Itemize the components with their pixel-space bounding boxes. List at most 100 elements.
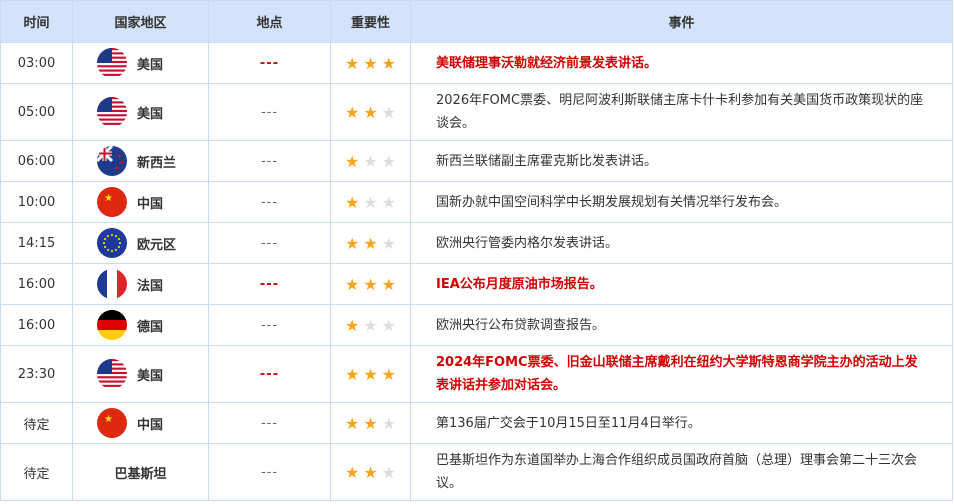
event-cell: IEA公布月度原油市场报告。 <box>410 263 953 305</box>
table-row: 05:00 美国 --- ★ ★ ★ 2026年FOMC票委、明尼阿波利斯联储主席卡… <box>0 83 953 141</box>
header-event: 事件 <box>410 0 953 43</box>
event-cell: 国新办就中国空间科学中长期发展规划有关情况举行发布会。 <box>410 181 953 223</box>
star-icon: ★ <box>363 413 378 433</box>
star-icon: ★ <box>344 102 360 122</box>
star-icon: ★ <box>363 315 378 335</box>
importance-stars: ★ ★ ★ <box>330 181 411 223</box>
time-cell: 23:30 <box>0 345 73 403</box>
star-icon: ★ <box>381 53 397 73</box>
star-icon: ★ <box>381 274 397 294</box>
star-icon: ★ <box>363 151 378 171</box>
time-cell: 待定 <box>0 443 73 501</box>
location-cell: --- <box>208 402 331 444</box>
importance-stars: ★ ★ ★ <box>330 140 411 182</box>
flag-eu-icon <box>97 228 127 258</box>
flag-de-icon <box>97 310 127 340</box>
importance-stars: ★ ★ ★ <box>330 304 411 346</box>
importance-stars: ★ ★ ★ <box>330 443 411 501</box>
flag-fr-icon <box>97 269 127 299</box>
importance-stars: ★ ★ ★ <box>330 42 411 84</box>
table-row: 16:00 德国 --- ★ ★ ★ 欧洲央行公布贷款调查报告。 <box>0 304 953 346</box>
star-icon: ★ <box>363 102 378 122</box>
time-cell: 16:00 <box>0 304 73 346</box>
event-cell: 第136届广交会于10月15日至11月4日举行。 <box>410 402 953 444</box>
star-icon: ★ <box>381 233 397 253</box>
country-name: 德国 <box>137 319 164 335</box>
country-name: 巴基斯坦 <box>114 466 167 482</box>
time-cell: 14:15 <box>0 222 73 264</box>
star-icon: ★ <box>344 53 360 73</box>
country-name: 中国 <box>137 417 164 433</box>
time-cell: 16:00 <box>0 263 73 305</box>
star-icon: ★ <box>344 192 360 212</box>
location-cell: --- <box>208 263 331 305</box>
table-row: 10:00 ★ 中国 --- ★ ★ ★ 国新办就中国空间科学中长期发展规划有关情况举… <box>0 181 953 223</box>
country-name: 美国 <box>137 57 164 73</box>
star-icon: ★ <box>344 274 360 294</box>
importance-stars: ★ ★ ★ <box>330 222 411 264</box>
star-icon: ★ <box>344 315 360 335</box>
country-cell: 法国 <box>72 263 209 305</box>
star-icon: ★ <box>381 413 397 433</box>
header-importance: 重要性 <box>330 0 411 43</box>
economic-calendar-table: 时间 国家地区 地点 重要性 事件 03:00 美国 --- ★ ★ ★ 美联储理事… <box>0 0 953 501</box>
country-name: 新西兰 <box>137 155 177 171</box>
star-icon: ★ <box>363 462 378 482</box>
event-cell: 巴基斯坦作为东道国举办上海合作组织成员国政府首脑（总理）理事会第二十三次会议。 <box>410 443 953 501</box>
event-cell: 新西兰联储副主席霍克斯比发表讲话。 <box>410 140 953 182</box>
star-icon: ★ <box>363 53 378 73</box>
importance-stars: ★ ★ ★ <box>330 345 411 403</box>
time-cell: 03:00 <box>0 42 73 84</box>
event-cell: 美联储理事沃勒就经济前景发表讲话。 <box>410 42 953 84</box>
country-cell: 新西兰 <box>72 140 209 182</box>
country-name: 法国 <box>137 278 164 294</box>
time-cell: 10:00 <box>0 181 73 223</box>
time-cell: 05:00 <box>0 83 73 141</box>
flag-cn-icon: ★ <box>97 408 127 438</box>
country-name: 欧元区 <box>137 237 177 253</box>
location-cell: --- <box>208 42 331 84</box>
star-icon: ★ <box>381 102 397 122</box>
header-location: 地点 <box>208 0 331 43</box>
table-row: 待定 巴基斯坦 --- ★ ★ ★ 巴基斯坦作为东道国举办上海合作组织成员国政府首脑… <box>0 443 953 501</box>
importance-stars: ★ ★ ★ <box>330 402 411 444</box>
country-name: 美国 <box>137 106 164 122</box>
event-cell: 欧洲央行管委内格尔发表讲话。 <box>410 222 953 264</box>
flag-cn-icon: ★ <box>97 187 127 217</box>
location-cell: --- <box>208 345 331 403</box>
table-row: 16:00 法国 --- ★ ★ ★ IEA公布月度原油市场报告。 <box>0 263 953 305</box>
country-cell: 美国 <box>72 345 209 403</box>
svg-text:★: ★ <box>104 193 113 204</box>
star-icon: ★ <box>344 233 360 253</box>
time-cell: 待定 <box>0 402 73 444</box>
svg-text:★: ★ <box>104 414 113 425</box>
country-name: 美国 <box>137 368 164 384</box>
star-icon: ★ <box>381 151 397 171</box>
table-row: 23:30 美国 --- ★ ★ ★ 2024年FOMC票委、旧金山联储主席戴利在纽… <box>0 345 953 403</box>
country-name: 中国 <box>137 196 164 212</box>
time-cell: 06:00 <box>0 140 73 182</box>
importance-stars: ★ ★ ★ <box>330 263 411 305</box>
star-icon: ★ <box>344 462 360 482</box>
star-icon: ★ <box>381 315 397 335</box>
table-row: 06:00 新西兰 --- ★ ★ ★ 新西兰联储副主席霍克斯比发表讲话。 <box>0 140 953 182</box>
star-icon: ★ <box>344 413 360 433</box>
country-cell: 欧元区 <box>72 222 209 264</box>
star-icon: ★ <box>363 274 378 294</box>
star-icon: ★ <box>381 364 397 384</box>
header-time: 时间 <box>0 0 73 43</box>
country-cell: 巴基斯坦 <box>72 443 209 501</box>
country-cell: ★ 中国 <box>72 181 209 223</box>
location-cell: --- <box>208 181 331 223</box>
flag-nz-icon <box>97 146 127 176</box>
flag-us-icon <box>97 97 127 127</box>
location-cell: --- <box>208 443 331 501</box>
star-icon: ★ <box>381 462 397 482</box>
flag-us-icon <box>97 48 127 78</box>
table-row: 03:00 美国 --- ★ ★ ★ 美联储理事沃勒就经济前景发表讲话。 <box>0 42 953 84</box>
country-cell: 美国 <box>72 83 209 141</box>
event-cell: 欧洲央行公布贷款调查报告。 <box>410 304 953 346</box>
header-country: 国家地区 <box>72 0 209 43</box>
table-header: 时间 国家地区 地点 重要性 事件 <box>0 0 953 43</box>
star-icon: ★ <box>344 151 360 171</box>
